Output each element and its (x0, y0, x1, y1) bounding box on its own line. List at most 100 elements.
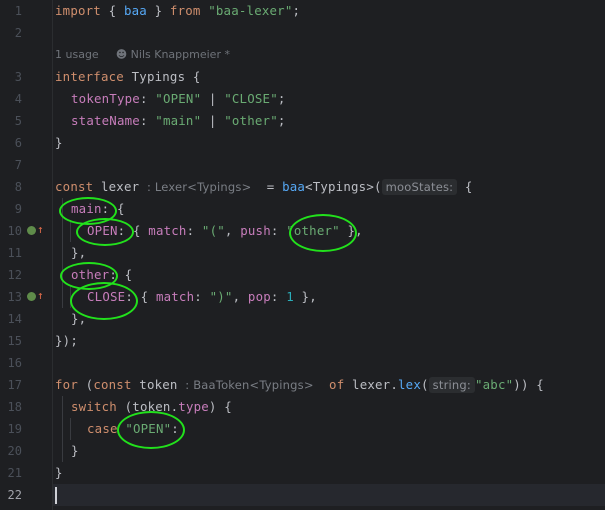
code-line-1[interactable]: 1 import { baa } from "baa-lexer"; (0, 0, 605, 22)
implemented-interface-icon[interactable] (27, 292, 36, 301)
keyword: const (55, 179, 94, 194)
function-call: baa (282, 179, 306, 194)
type-inlay-hint: : BaaToken<Typings> (185, 378, 314, 392)
string-literal: "(" (201, 223, 225, 238)
code-line-2[interactable]: 2 (0, 22, 605, 44)
punct: : (139, 113, 156, 128)
code-line-11[interactable]: 11 }, (0, 242, 605, 264)
code-line-14[interactable]: 14 }, (0, 308, 605, 330)
punct: : { (117, 223, 149, 238)
variable: token (139, 377, 178, 392)
punct: | (201, 113, 225, 128)
property: CLOSE (87, 289, 126, 304)
type-inlay-hint: : Lexer<Typings> (146, 180, 252, 194)
line-number: 19 (7, 422, 22, 436)
code-text[interactable]: switch (token.type) { (71, 396, 232, 418)
keyword: switch (71, 399, 117, 414)
property: pop (247, 289, 271, 304)
code-line-16[interactable]: 16 (0, 352, 605, 374)
method-call: lex (398, 377, 421, 392)
property: stateName (71, 113, 140, 128)
punct: : { (101, 201, 125, 216)
code-line-3[interactable]: 3 interface Typings { (0, 66, 605, 88)
line-number: 6 (14, 136, 22, 150)
punct: ) { (208, 399, 232, 414)
code-text[interactable]: } (55, 132, 63, 154)
code-line-22[interactable]: 22 (0, 484, 605, 506)
author-link[interactable]: Nils Knappmeier * (131, 48, 230, 61)
code-text[interactable]: CLOSE: { match: ")", pop: 1 }, (87, 286, 317, 308)
author-icon: ☻ (115, 48, 128, 61)
code-text[interactable]: } (55, 462, 63, 484)
code-text[interactable]: } (71, 440, 79, 462)
navigate-up-arrow-icon[interactable]: ↑ (37, 224, 44, 236)
code-text[interactable]: }); (55, 330, 78, 352)
code-line-19[interactable]: 19 case "OPEN": (0, 418, 605, 440)
code-text[interactable]: other: { (71, 264, 132, 286)
line-number: 5 (14, 114, 22, 128)
punct: : (194, 289, 210, 304)
code-text[interactable]: for (const token : BaaToken<Typings> of … (55, 374, 544, 396)
parameter-inlay-hint: mooStates: (381, 179, 458, 195)
code-text[interactable]: stateName: "main" | "other"; (71, 110, 286, 132)
code-text[interactable]: const lexer : Lexer<Typings> = baa<Typin… (55, 176, 473, 198)
punct: <Typings>( (305, 179, 382, 194)
punct: } (146, 3, 170, 18)
punct: : (270, 223, 287, 238)
text-caret (55, 487, 57, 504)
navigate-up-arrow-icon[interactable]: ↑ (37, 290, 44, 302)
punct: ( (77, 377, 94, 392)
code-text[interactable]: import { baa } from "baa-lexer"; (55, 0, 300, 22)
code-line-6[interactable]: 6 } (0, 132, 605, 154)
punct: : (270, 289, 287, 304)
code-text[interactable]: interface Typings { (55, 66, 201, 88)
implemented-interface-icon[interactable] (27, 226, 36, 235)
keyword: from (169, 3, 201, 18)
number-literal: 1 (286, 289, 294, 304)
punct: : { (125, 289, 156, 304)
line-number: 12 (7, 268, 22, 282)
code-line-5[interactable]: 5 stateName: "main" | "other"; (0, 110, 605, 132)
code-line-10[interactable]: 10 ↑ OPEN: { match: "(", push: "other" }… (0, 220, 605, 242)
line-number: 18 (7, 400, 22, 414)
code-text[interactable]: main: { (71, 198, 125, 220)
code-line-15[interactable]: 15 }); (0, 330, 605, 352)
code-line-21[interactable]: 21 } (0, 462, 605, 484)
punct: ; (292, 3, 301, 18)
line-number: 21 (7, 466, 22, 480)
code-line-12[interactable]: 12 other: { (0, 264, 605, 286)
line-number: 17 (7, 378, 22, 392)
code-text[interactable]: }, (71, 242, 86, 264)
line-number: 20 (7, 444, 22, 458)
parameter-inlay-hint: string: (428, 377, 475, 393)
code-line-18[interactable]: 18 switch (token.type) { (0, 396, 605, 418)
usages-link[interactable]: 1 usage (55, 48, 99, 61)
punct: )) { (513, 377, 544, 392)
line-number: 13 (7, 290, 22, 304)
keyword: interface (55, 69, 124, 84)
punct: = (251, 179, 283, 194)
line-number: 16 (7, 356, 22, 370)
code-line-17[interactable]: 17 for (const token : BaaToken<Typings> … (0, 374, 605, 396)
code-line-4[interactable]: 4 tokenType: "OPEN" | "CLOSE"; (0, 88, 605, 110)
code-line-13[interactable]: 13 ↑ CLOSE: { match: ")", pop: 1 }, (0, 286, 605, 308)
code-text[interactable]: OPEN: { match: "(", push: "other" }, (87, 220, 363, 242)
line-number: 9 (14, 202, 22, 216)
code-line-9[interactable]: 9 main: { (0, 198, 605, 220)
code-line-7[interactable]: 7 (0, 154, 605, 176)
code-line-20[interactable]: 20 } (0, 440, 605, 462)
code-text[interactable]: tokenType: "OPEN" | "CLOSE"; (71, 88, 286, 110)
code-line-8[interactable]: 8 const lexer : Lexer<Typings> = baa<Typ… (0, 176, 605, 198)
string-literal: "other" (286, 223, 340, 238)
code-text[interactable]: }, (71, 308, 86, 330)
code-text[interactable] (55, 484, 57, 506)
line-number: 15 (7, 334, 22, 348)
line-number: 22 (7, 488, 22, 502)
property: main (71, 201, 102, 216)
line-number: 1 (14, 4, 22, 18)
code-text[interactable]: case "OPEN": (87, 418, 179, 440)
line-number: 11 (7, 246, 22, 260)
property: push (240, 223, 271, 238)
property: match (155, 289, 195, 304)
